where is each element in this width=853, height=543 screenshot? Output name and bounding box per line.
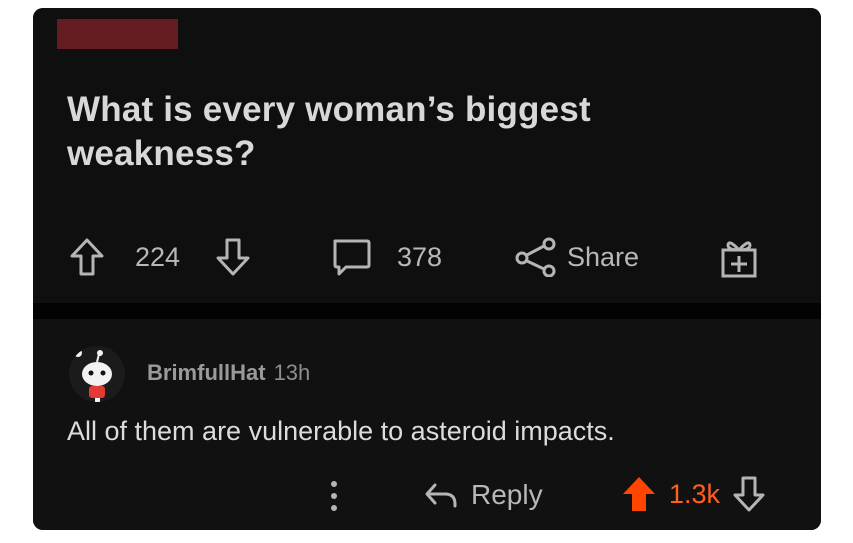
- share-icon: [515, 237, 556, 277]
- reply-label: Reply: [471, 479, 543, 510]
- comments-button[interactable]: [330, 237, 372, 279]
- post-downvote-button[interactable]: [215, 237, 251, 277]
- more-options-button[interactable]: [329, 479, 339, 513]
- downvote-icon: [216, 238, 250, 276]
- post-upvote-button[interactable]: [69, 237, 105, 277]
- comment-time: 13h: [273, 360, 311, 385]
- comment-author[interactable]: BrimfullHat: [147, 360, 266, 385]
- comment-author-line: BrimfullHat 13h: [147, 360, 310, 386]
- avatar[interactable]: [69, 346, 125, 402]
- share-label: Share: [567, 241, 640, 272]
- downvote-icon[interactable]: [732, 475, 766, 513]
- reply-icon: [425, 483, 457, 508]
- reddit-card: What is every woman’s biggest weakness? …: [33, 8, 821, 530]
- comment-icon: [333, 239, 371, 276]
- post: What is every woman’s biggest weakness? …: [33, 8, 821, 303]
- snoo-avatar-icon: [74, 349, 112, 402]
- award-icon: [721, 241, 757, 278]
- post-vote-count: 224: [135, 242, 181, 272]
- separator: [33, 303, 821, 319]
- post-title[interactable]: What is every woman’s biggest weakness?: [67, 88, 667, 176]
- comment-vote-bar: 1.3k: [621, 475, 766, 513]
- reply-button[interactable]: Reply: [423, 477, 543, 513]
- comment-text: All of them are vulnerable to asteroid i…: [67, 416, 615, 446]
- redacted-username: [57, 19, 178, 49]
- upvote-icon[interactable]: [621, 475, 657, 513]
- comment-score: 1.3k: [669, 478, 721, 509]
- more-icon: [331, 481, 337, 511]
- comment: BrimfullHat 13h All of them are vulnerabl…: [33, 319, 821, 530]
- award-button[interactable]: [719, 237, 759, 279]
- upvote-icon: [70, 238, 104, 276]
- share-button[interactable]: Share: [513, 237, 639, 277]
- comment-count: 378: [397, 242, 443, 272]
